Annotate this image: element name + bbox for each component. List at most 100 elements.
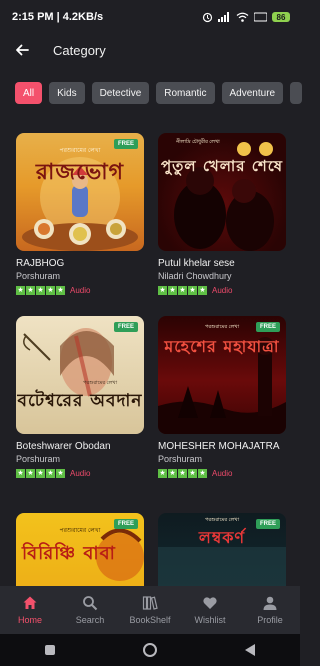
nav-wishlist[interactable]: Wishlist xyxy=(181,595,239,625)
status-icons: 86 xyxy=(202,12,290,23)
star-icon: ★ xyxy=(178,286,187,295)
bookshelf-icon xyxy=(142,596,158,610)
cover-art xyxy=(158,337,286,434)
book-card[interactable]: পরশুরামের লেখা বটেশ্বরের অবদান FREE Bote… xyxy=(16,316,144,478)
star-icon: ★ xyxy=(158,286,167,295)
back-arrow-icon[interactable] xyxy=(13,41,31,59)
book-title: Boteshwarer Obodan xyxy=(16,441,111,452)
book-title: RAJBHOG xyxy=(16,258,65,269)
nav-profile-label: Profile xyxy=(257,615,283,625)
book-card[interactable]: পরশুরামের লেখা মহেশের মহাযাত্রা FREE MOH… xyxy=(158,316,286,478)
nav-home-label: Home xyxy=(17,615,42,625)
cover-title-text: বটেশ্বরের অবদান xyxy=(17,391,143,411)
nav-bookshelf[interactable]: BookShelf xyxy=(121,595,179,625)
nav-profile[interactable]: Profile xyxy=(241,595,299,625)
star-icon: ★ xyxy=(16,286,25,295)
filter-chip-romantic[interactable]: Romantic xyxy=(156,82,215,104)
home-system-button[interactable] xyxy=(141,641,159,659)
back-system-button[interactable] xyxy=(241,641,259,659)
search-icon xyxy=(83,596,98,611)
book-cover[interactable]: পরশুরামের লেখা মহেশের মহাযাত্রা FREE xyxy=(158,316,286,434)
filter-chip-kids[interactable]: Kids xyxy=(49,82,85,104)
signal-icon xyxy=(218,12,229,22)
hd-call-icon xyxy=(254,12,267,22)
filter-chip-detective[interactable]: Detective xyxy=(91,82,150,104)
rating-stars: ★ ★ ★ ★ ★ xyxy=(16,469,65,478)
cover-title-text: মহেশের মহাযাত্রা xyxy=(164,337,280,356)
nav-home[interactable]: Home xyxy=(1,595,59,625)
star-icon: ★ xyxy=(56,286,65,295)
book-cover[interactable]: নীলাদ্রি চৌধুরীর লেখা পুতুল খেলার শেষে xyxy=(158,133,286,251)
book-cover[interactable]: পরশুরামের লেখা রাজভোগ FREE xyxy=(16,133,144,251)
rating-stars: ★ ★ ★ ★ ★ xyxy=(158,286,207,295)
book-cover[interactable]: পরশুরামের লেখা বিরিঞ্চি বাবা FREE xyxy=(16,513,144,586)
bottom-navigation: Home Search BookShelf Wishlist Profile xyxy=(0,586,300,634)
nav-bookshelf-label: BookShelf xyxy=(129,615,171,625)
circle-home-icon xyxy=(143,643,157,657)
star-icon: ★ xyxy=(36,469,45,478)
book-grid: পরশুরামের লেখা রাজভোগ FREE RAJBHOG Porsh… xyxy=(0,130,300,586)
book-author: Niladri Chowdhury xyxy=(158,271,232,281)
book-author: Porshuram xyxy=(16,454,61,464)
book-author: Porshuram xyxy=(158,454,203,464)
heart-icon xyxy=(203,597,217,609)
book-card[interactable]: পরশুরামের লেখা লম্বকর্ণ FREE xyxy=(158,513,286,586)
star-icon: ★ xyxy=(36,286,45,295)
rating-stars: ★ ★ ★ ★ ★ xyxy=(16,286,65,295)
wifi-icon xyxy=(236,12,249,22)
cover-title-text: রাজভোগ xyxy=(35,159,125,185)
book-meta: ★ ★ ★ ★ ★ Audio xyxy=(158,286,286,295)
book-cover[interactable]: পরশুরামের লেখা বটেশ্বরের অবদান FREE xyxy=(16,316,144,434)
recents-button[interactable] xyxy=(41,641,59,659)
book-meta: ★ ★ ★ ★ ★ Audio xyxy=(16,286,144,295)
nav-wishlist-label: Wishlist xyxy=(194,615,226,625)
recents-icon xyxy=(45,645,55,655)
book-title: MOHESHER MOHAJATRA xyxy=(158,441,280,452)
star-icon: ★ xyxy=(168,469,177,478)
free-badge: FREE xyxy=(113,322,138,332)
star-icon: ★ xyxy=(46,469,55,478)
nav-search[interactable]: Search xyxy=(61,595,119,625)
free-badge: FREE xyxy=(255,519,280,529)
book-meta: ★ ★ ★ ★ ★ Audio xyxy=(16,469,144,478)
alarm-icon xyxy=(202,12,213,22)
book-cover[interactable]: পরশুরামের লেখা লম্বকর্ণ FREE xyxy=(158,513,286,586)
book-card[interactable]: পরশুরামের লেখা রাজভোগ FREE RAJBHOG Porsh… xyxy=(16,133,144,295)
cover-title-text: পুতুল খেলার শেষে xyxy=(160,157,284,175)
filter-chip-all[interactable]: All xyxy=(15,82,43,104)
rating-stars: ★ ★ ★ ★ ★ xyxy=(158,469,207,478)
star-icon: ★ xyxy=(178,469,187,478)
cover-author-text: নীলাদ্রি চৌধুরীর লেখা xyxy=(176,139,220,145)
format-label: Audio xyxy=(70,286,91,295)
star-icon: ★ xyxy=(198,286,207,295)
free-badge: FREE xyxy=(255,322,280,332)
status-bar: 2:15 PM | 4.2KB/s 86 xyxy=(0,0,300,34)
book-author: Porshuram xyxy=(16,271,61,281)
home-icon xyxy=(23,596,37,609)
person-icon xyxy=(263,596,277,610)
cover-title-text: বিরিঞ্চি বাবা xyxy=(22,543,116,564)
star-icon: ★ xyxy=(198,469,207,478)
book-meta: ★ ★ ★ ★ ★ Audio xyxy=(158,469,286,478)
book-card[interactable]: পরশুরামের লেখা বিরিঞ্চি বাবা FREE xyxy=(16,513,144,586)
filter-chip-partial[interactable] xyxy=(290,82,303,104)
format-label: Audio xyxy=(70,469,91,478)
nav-search-label: Search xyxy=(75,615,105,625)
star-icon: ★ xyxy=(188,469,197,478)
triangle-back-icon xyxy=(245,644,255,656)
free-badge: FREE xyxy=(113,519,138,529)
book-card[interactable]: নীলাদ্রি চৌধুরীর লেখা পুতুল খেলার শেষে P… xyxy=(158,133,286,295)
battery-icon: 86 xyxy=(272,12,290,22)
category-filter-chips: All Kids Detective Romantic Adventure xyxy=(15,82,303,104)
filter-chip-adventure[interactable]: Adventure xyxy=(221,82,284,104)
cover-title-text: লম্বকর্ণ xyxy=(198,528,246,547)
system-navigation-bar xyxy=(0,634,300,666)
book-title: Putul khelar sese xyxy=(158,258,235,269)
star-icon: ★ xyxy=(26,286,35,295)
cover-art xyxy=(23,328,114,397)
app-bar: Category xyxy=(0,34,300,66)
star-icon: ★ xyxy=(16,469,25,478)
star-icon: ★ xyxy=(46,286,55,295)
star-icon: ★ xyxy=(158,469,167,478)
star-icon: ★ xyxy=(168,286,177,295)
